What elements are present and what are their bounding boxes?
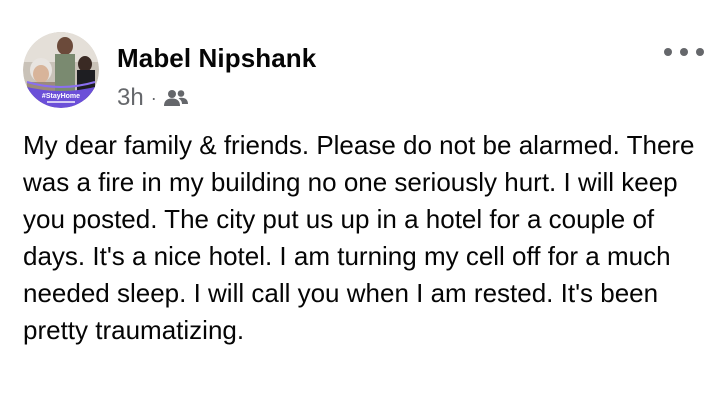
meta-separator: ·	[150, 87, 157, 108]
post-body-text: My dear family & friends. Please do not …	[23, 130, 695, 345]
post-card: #StayHome Mabel Nipshank 3h · My dear fa…	[0, 0, 720, 405]
post-meta: 3h ·	[117, 84, 188, 112]
author-name[interactable]: Mabel Nipshank	[117, 43, 316, 74]
friends-icon[interactable]	[163, 88, 188, 108]
more-options-icon[interactable]	[664, 40, 704, 64]
avatar[interactable]: #StayHome	[23, 32, 99, 108]
post-timestamp[interactable]: 3h	[117, 84, 144, 112]
avatar-frame-label: #StayHome	[42, 93, 80, 100]
avatar-photo: #StayHome	[23, 32, 99, 108]
